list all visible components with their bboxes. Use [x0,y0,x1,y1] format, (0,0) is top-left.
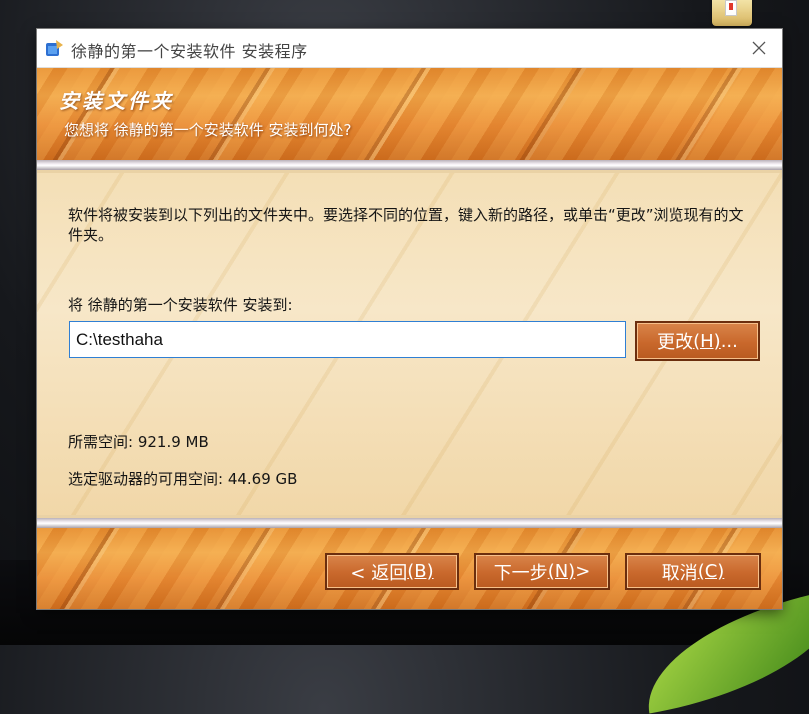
space-available-text: 选定驱动器的可用空间: 44.69 GB [68,470,298,488]
window-title: 徐静的第一个安装软件 安装程序 [71,42,308,61]
next-button-label: 下一步 [493,562,548,584]
install-path-input[interactable] [69,321,626,358]
install-location-label: 将 徐静的第一个安装软件 安装到: [68,296,293,314]
desktop-folder-icon[interactable] [712,0,752,26]
back-button[interactable]: < 返回 (B) [325,553,459,590]
change-folder-button[interactable]: 更改 (H)... [635,321,760,361]
cancel-button[interactable]: 取消 (C) [625,553,761,590]
installer-icon [46,40,63,56]
change-button-suffix: ... [720,330,738,352]
change-button-label: 更改 [657,332,694,353]
title-bar: 徐静的第一个安装软件 安装程序 [37,29,782,68]
next-button-mnemonic: (N) [547,561,576,582]
cancel-button-label: 取消 [661,562,698,584]
close-icon [752,41,766,55]
change-button-mnemonic: (H) [693,330,721,352]
back-button-label: < 返回 [350,562,408,584]
page-subtitle: 您想将 徐静的第一个安装软件 安装到何处? [64,121,352,139]
page-title: 安装文件夹 [59,89,174,113]
header-banner: 安装文件夹 您想将 徐静的第一个安装软件 安装到何处? [37,68,782,160]
next-button[interactable]: 下一步 (N) > [474,553,610,590]
next-button-suffix: > [575,561,591,582]
installer-window: 徐静的第一个安装软件 安装程序 安装文件夹 您想将 徐静的第一个安装软件 安装到… [37,29,782,609]
cancel-button-mnemonic: (C) [697,561,725,582]
footer-divider [37,518,782,528]
instruction-text: 软件将被安装到以下列出的文件夹中。要选择不同的位置，键入新的路径，或单击“更改”… [68,206,744,244]
back-button-mnemonic: (B) [407,561,434,582]
header-divider [37,160,782,170]
space-required-text: 所需空间: 921.9 MB [68,433,209,451]
close-button[interactable] [736,29,782,67]
